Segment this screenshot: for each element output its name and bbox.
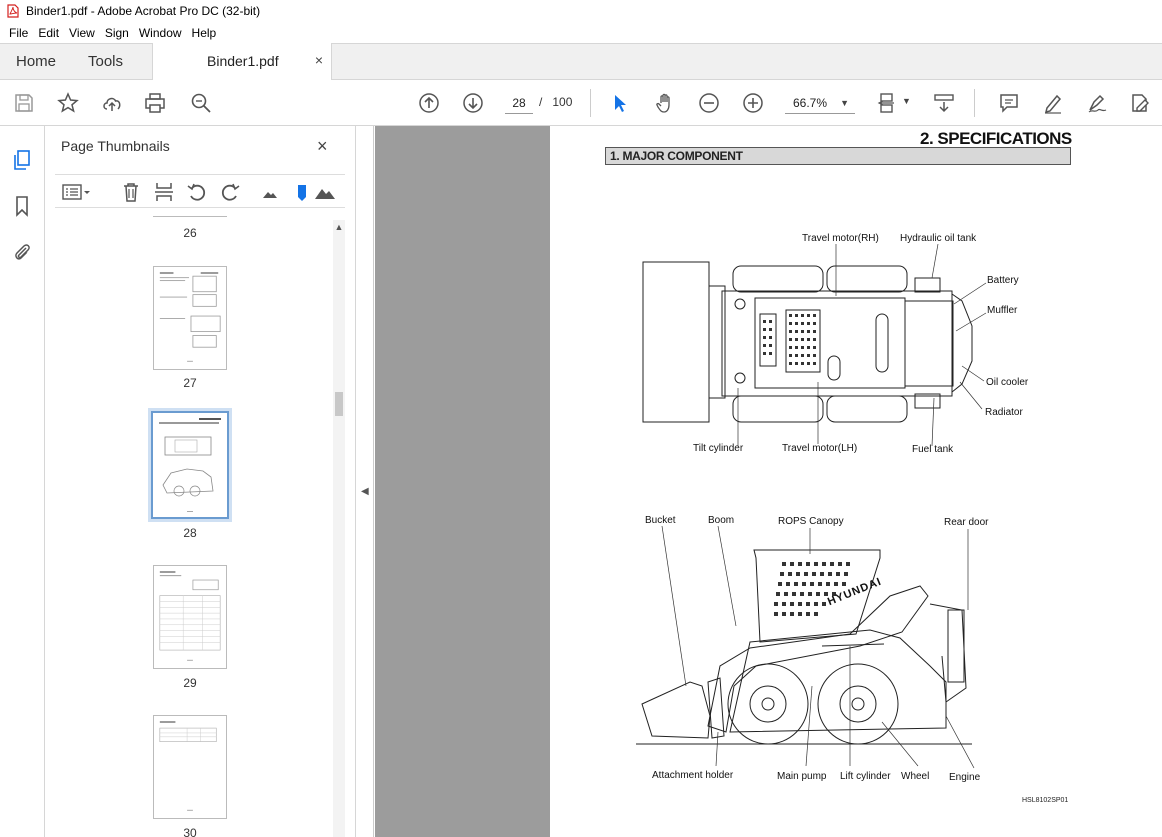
- scrolling-mode-icon[interactable]: [932, 91, 956, 115]
- label-muffler: Muffler: [987, 305, 1018, 316]
- total-pages: 100: [552, 95, 573, 109]
- options-menu-icon[interactable]: [59, 180, 95, 204]
- pdf-page: 2. SPECIFICATIONS 1. MAJOR COMPONENT HYU…: [550, 126, 1162, 837]
- extract-pages-icon[interactable]: [152, 180, 176, 204]
- toolbar-divider: [590, 89, 591, 117]
- fill-sign-icon[interactable]: [1085, 91, 1109, 115]
- hand-tool-icon[interactable]: [653, 91, 677, 115]
- bookmarks-icon[interactable]: [10, 194, 34, 218]
- menu-help[interactable]: Help: [187, 26, 222, 40]
- label-hydraulic-oil-tank: Hydraulic oil tank: [900, 233, 977, 244]
- delete-page-trash-icon[interactable]: [119, 180, 143, 204]
- thumbnail-page-number: 27: [183, 376, 197, 390]
- next-page-icon[interactable]: [461, 91, 485, 115]
- label-attachment-holder: Attachment holder: [652, 770, 734, 781]
- page-separator: /: [539, 95, 543, 109]
- thumbnail-page-30[interactable]: [153, 715, 227, 819]
- zoom-slider-marker-icon[interactable]: [290, 180, 314, 204]
- page-number-input[interactable]: 28: [505, 92, 533, 114]
- page-thumbnails-icon[interactable]: [10, 148, 34, 172]
- navigation-rail: [0, 126, 45, 837]
- label-bucket: Bucket: [645, 515, 676, 526]
- tab-home[interactable]: Home: [16, 44, 56, 80]
- figure-code: HSL8102SP01: [1022, 797, 1069, 804]
- menu-file[interactable]: File: [4, 26, 33, 40]
- thumbnail-page-26[interactable]: [153, 216, 227, 217]
- zoom-out-icon[interactable]: [697, 91, 721, 115]
- page-thumbnails-panel: Page Thumbnails × 26 27 28 29 30 ▲: [45, 126, 356, 837]
- window-title: Binder1.pdf - Adobe Acrobat Pro DC (32-b…: [26, 4, 261, 18]
- label-main-pump: Main pump: [777, 771, 827, 782]
- document-tab-label: Binder1.pdf: [207, 53, 279, 69]
- label-fuel-tank: Fuel tank: [912, 444, 954, 455]
- thumbnail-page-29[interactable]: [153, 565, 227, 669]
- thumbnail-list: 26 27 28 29 30: [45, 216, 356, 837]
- menu-view[interactable]: View: [64, 26, 100, 40]
- thumbnail-page-27[interactable]: [153, 266, 227, 370]
- save-icon[interactable]: [12, 91, 36, 115]
- zoom-value: 66.7%: [793, 96, 828, 110]
- label-oil-cooler: Oil cooler: [986, 377, 1029, 388]
- panel-title: Page Thumbnails: [61, 138, 170, 154]
- tab-bar: Home Tools Binder1.pdf ×: [0, 43, 1162, 80]
- tab-document[interactable]: Binder1.pdf ×: [152, 43, 332, 80]
- thumbnail-page-number: 29: [183, 676, 197, 690]
- attachments-paperclip-icon[interactable]: [10, 240, 34, 264]
- chevron-down-icon: ▼: [840, 98, 849, 108]
- zoom-level-select[interactable]: 66.7% ▼: [785, 92, 855, 114]
- rotate-right-icon[interactable]: [218, 180, 242, 204]
- close-tab-button[interactable]: ×: [315, 52, 323, 68]
- scrollbar-thumb[interactable]: [335, 392, 343, 416]
- collapse-panel-arrow-icon[interactable]: ◀: [361, 486, 369, 497]
- menu-window[interactable]: Window: [134, 26, 187, 40]
- edit-pdf-icon[interactable]: [1128, 91, 1152, 115]
- menu-sign[interactable]: Sign: [100, 26, 134, 40]
- label-rops-canopy: ROPS Canopy: [778, 516, 844, 527]
- menu-edit[interactable]: Edit: [33, 26, 64, 40]
- fit-page-icon[interactable]: [876, 91, 900, 115]
- label-tilt-cylinder: Tilt cylinder: [693, 443, 744, 454]
- thumbnail-page-28-selected[interactable]: [151, 411, 229, 519]
- toolbar-divider: [974, 89, 975, 117]
- rotate-left-icon[interactable]: [185, 180, 209, 204]
- thumbnail-page-number: 28: [183, 526, 197, 540]
- close-panel-button[interactable]: ×: [317, 136, 328, 157]
- thumbnail-scrollbar[interactable]: ▲: [333, 220, 345, 837]
- label-battery: Battery: [987, 275, 1019, 286]
- title-bar: Binder1.pdf - Adobe Acrobat Pro DC (32-b…: [0, 0, 1162, 22]
- main-toolbar: 28 / 100 66.7% ▼ ▼: [0, 80, 1162, 126]
- label-radiator: Radiator: [985, 407, 1023, 418]
- label-boom: Boom: [708, 515, 735, 526]
- comment-icon[interactable]: [997, 91, 1021, 115]
- chevron-up-icon[interactable]: ▲: [333, 222, 345, 232]
- select-cursor-icon[interactable]: [608, 91, 632, 115]
- acrobat-pdf-icon: [7, 4, 19, 18]
- panel-splitter[interactable]: ◀: [356, 126, 374, 837]
- menu-bar: File Edit View Sign Window Help: [0, 22, 1162, 43]
- label-lift-cylinder: Lift cylinder: [840, 771, 891, 782]
- bookmark-star-icon[interactable]: [56, 91, 80, 115]
- fit-page-chevron-down-icon[interactable]: ▼: [902, 96, 911, 106]
- label-rear-door: Rear door: [944, 517, 989, 528]
- previous-page-icon[interactable]: [417, 91, 441, 115]
- highlight-pen-icon[interactable]: [1041, 91, 1065, 115]
- label-engine: Engine: [949, 772, 981, 783]
- tab-tools[interactable]: Tools: [88, 44, 123, 80]
- print-icon[interactable]: [143, 91, 167, 115]
- thumbnail-page-number: 30: [183, 826, 197, 837]
- label-wheel: Wheel: [901, 771, 930, 782]
- label-travel-motor-lh: Travel motor(LH): [782, 443, 858, 454]
- document-view[interactable]: 2. SPECIFICATIONS 1. MAJOR COMPONENT HYU…: [375, 126, 1162, 837]
- page-count: / 100: [539, 95, 572, 109]
- thumbnail-page-number: 26: [183, 226, 197, 240]
- zoom-in-icon[interactable]: [741, 91, 765, 115]
- thumbnail-toolbar: [55, 174, 345, 208]
- label-travel-motor-rh: Travel motor(RH): [802, 233, 879, 244]
- large-thumbnails-mountain-icon[interactable]: [313, 180, 337, 204]
- small-thumbnails-mountain-icon[interactable]: [258, 180, 282, 204]
- upload-cloud-icon[interactable]: [100, 91, 124, 115]
- search-zoom-icon[interactable]: [189, 91, 213, 115]
